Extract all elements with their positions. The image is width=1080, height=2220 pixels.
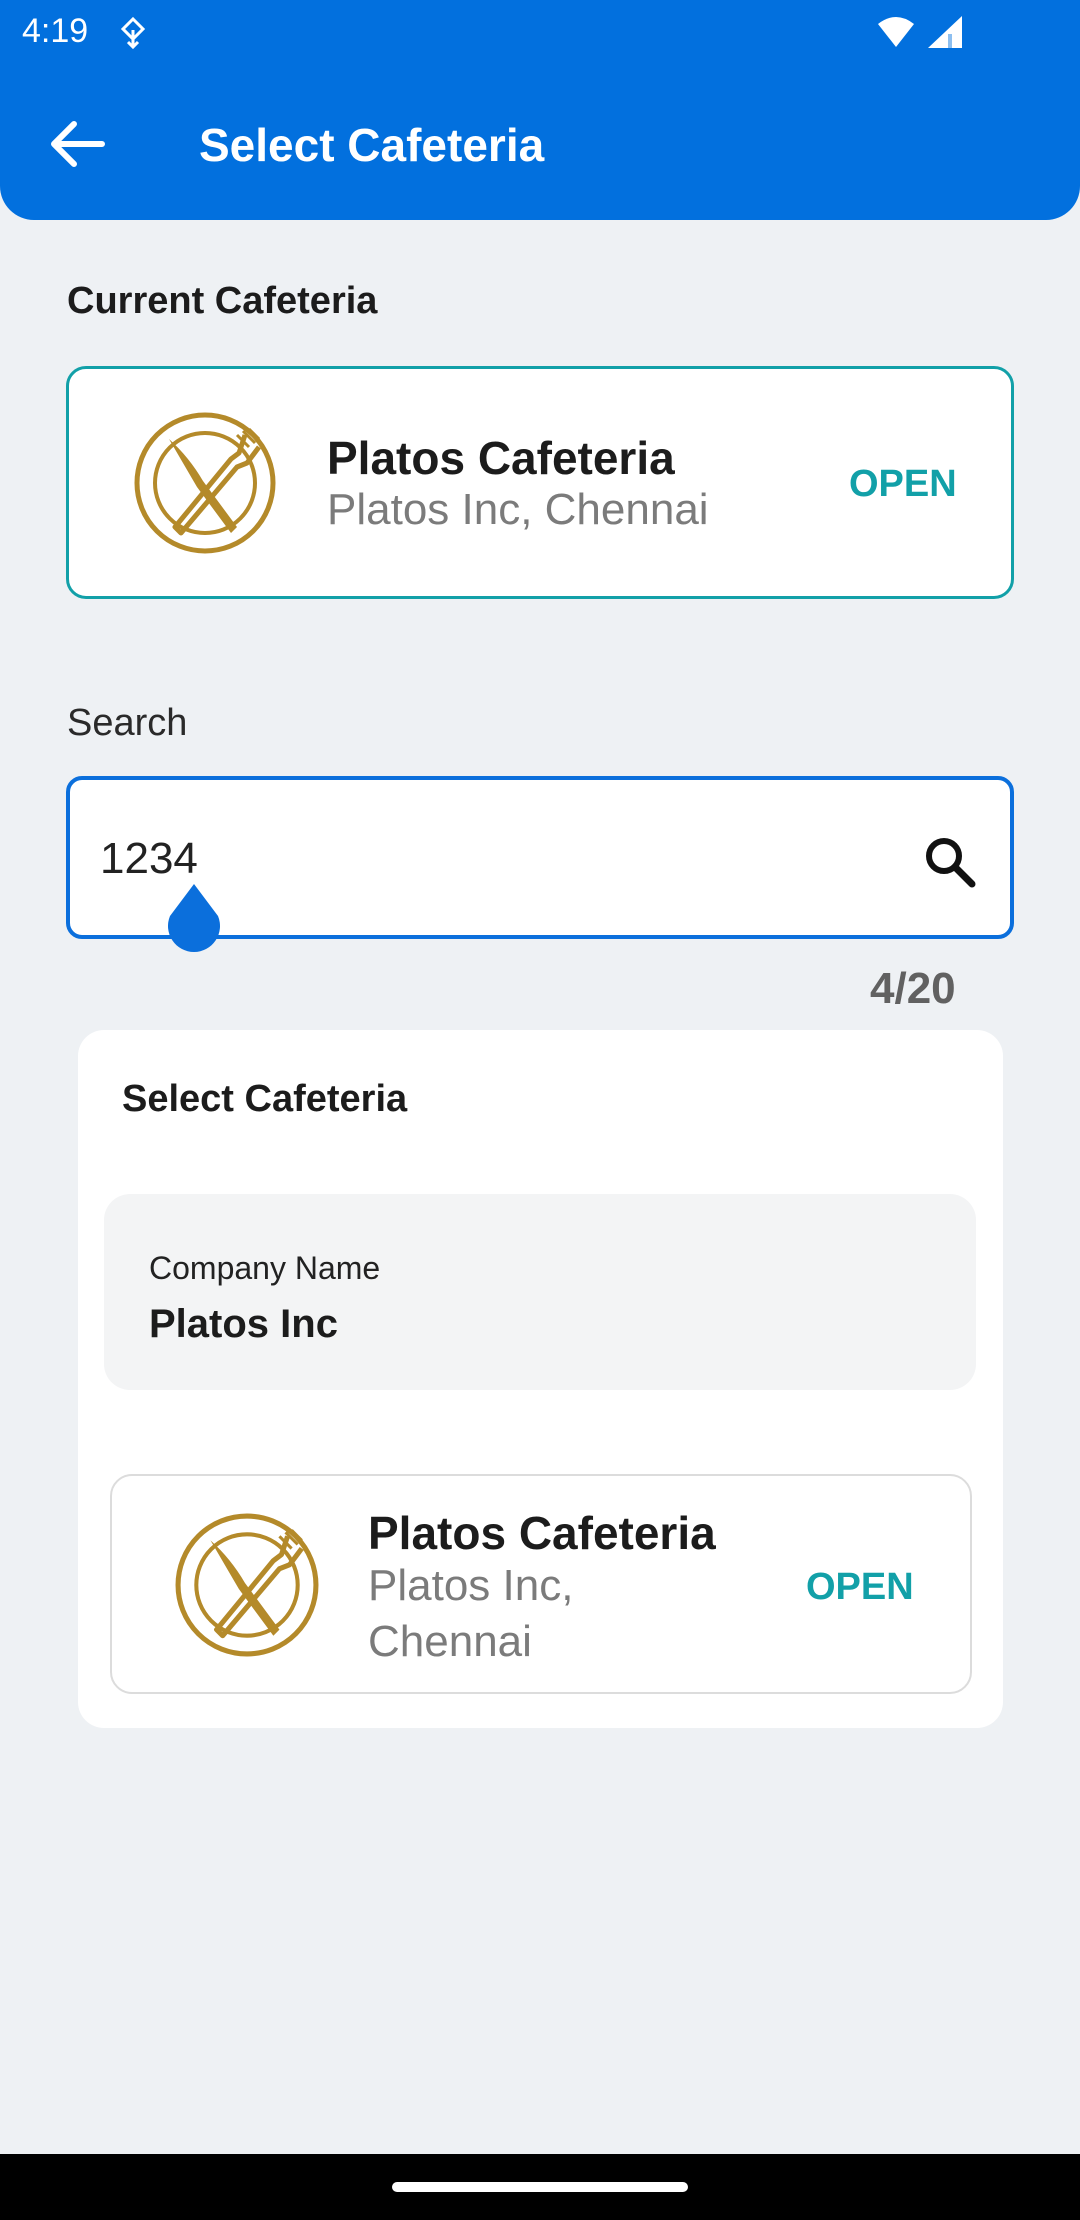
app-bar: 4:19 Select Cafeteria	[0, 0, 1080, 220]
current-cafeteria-card[interactable]: Platos Cafeteria Platos Inc, Chennai OPE…	[66, 366, 1014, 599]
company-name-field[interactable]: Company Name Platos Inc	[104, 1194, 976, 1390]
status-badge: OPEN	[849, 463, 957, 505]
signal-icon	[928, 16, 962, 48]
cafeteria-location: Platos Inc, Chennai	[368, 1561, 574, 1666]
results-title: Select Cafeteria	[122, 1078, 408, 1120]
company-name-label: Company Name	[149, 1250, 381, 1286]
navigation-status-icon	[120, 16, 146, 50]
search-icon[interactable]	[920, 832, 980, 892]
wifi-icon	[878, 17, 914, 47]
back-button[interactable]	[40, 112, 112, 176]
home-indicator[interactable]	[392, 2182, 688, 2192]
search-input-value[interactable]: 1234	[100, 834, 198, 884]
character-counter: 4/20	[870, 964, 956, 1013]
cafeteria-logo-icon	[175, 1513, 319, 1657]
search-label: Search	[67, 702, 188, 744]
cafeteria-name: Platos Cafeteria	[368, 1507, 716, 1559]
company-name-value: Platos Inc	[149, 1302, 338, 1346]
page-title: Select Cafeteria	[199, 119, 545, 171]
cafeteria-location: Platos Inc, Chennai	[327, 485, 709, 534]
results-panel: Select Cafeteria Company Name Platos Inc…	[78, 1030, 1003, 1728]
back-arrow-icon	[51, 121, 105, 167]
cafeteria-logo-icon	[134, 412, 276, 554]
status-badge: OPEN	[806, 1566, 914, 1608]
status-time: 4:19	[22, 12, 89, 50]
current-cafeteria-label: Current Cafeteria	[67, 280, 378, 322]
cafeteria-name: Platos Cafeteria	[327, 432, 675, 484]
text-cursor-handle[interactable]	[164, 880, 224, 954]
cafeteria-list-item[interactable]: Platos Cafeteria Platos Inc, Chennai OPE…	[110, 1474, 972, 1694]
system-navigation-bar	[0, 2154, 1080, 2220]
